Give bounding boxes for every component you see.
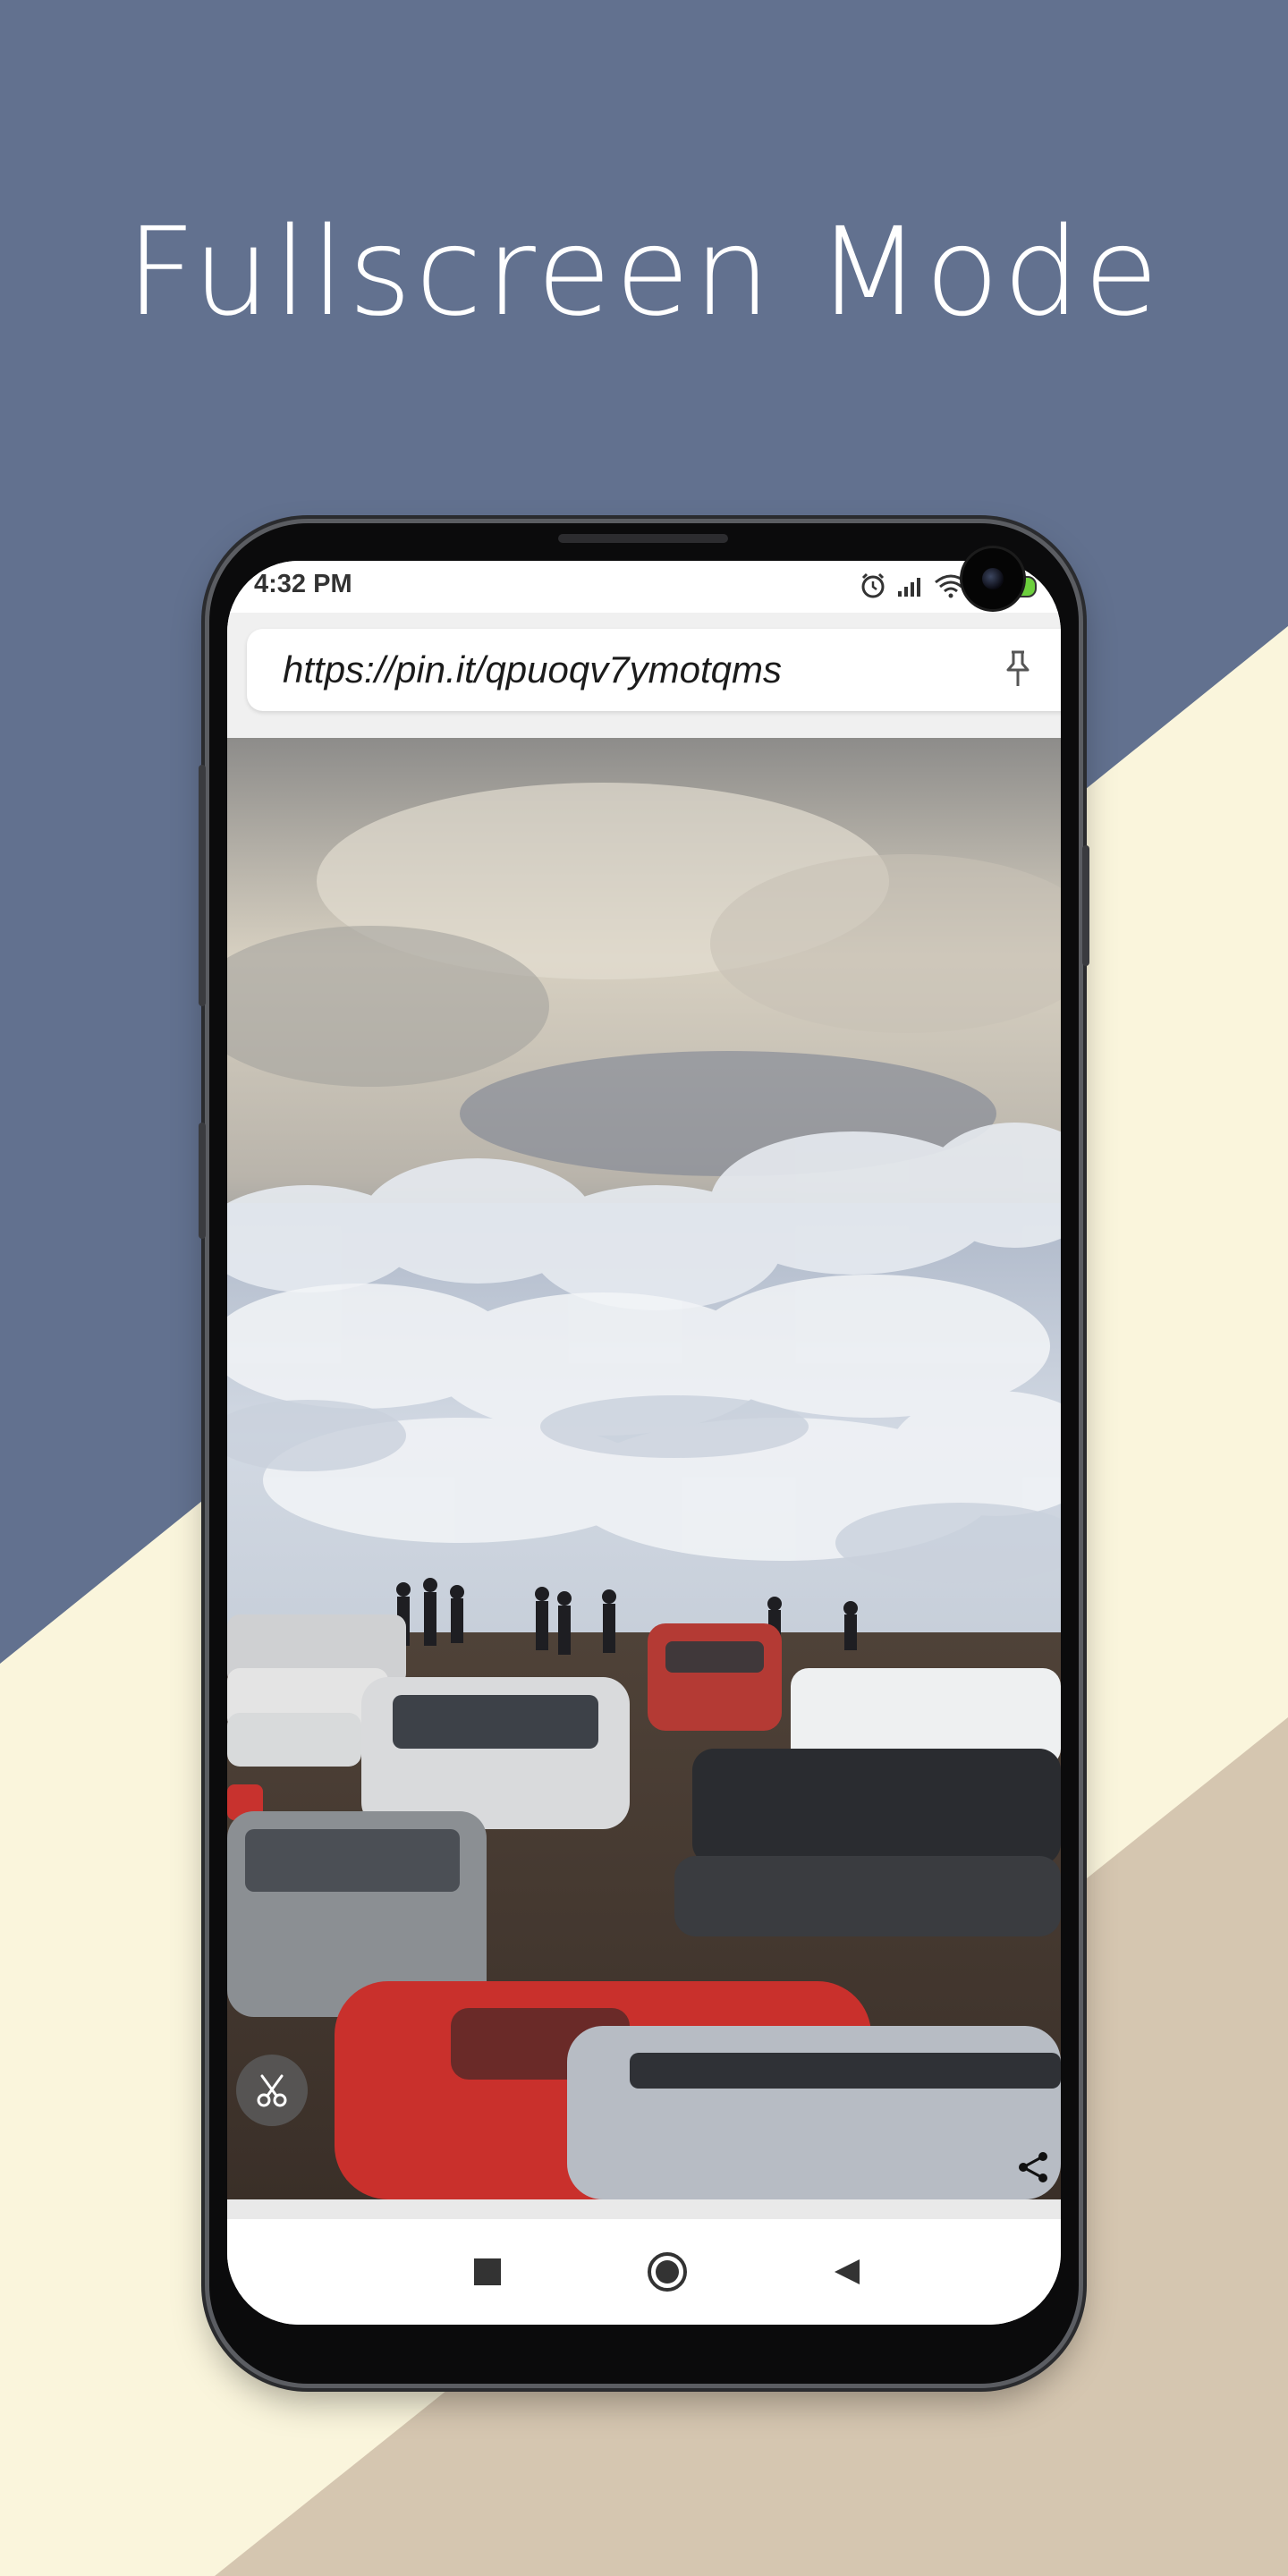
nav-bar (227, 2219, 1061, 2325)
front-camera (962, 548, 1023, 609)
url-field[interactable]: https://pin.it/qpuoqv7ymotqms (247, 629, 1061, 711)
headline-title: Fullscreen Mode (125, 202, 1163, 343)
navbar-divider (227, 2199, 1061, 2219)
signal-icon (898, 578, 920, 597)
power-button (1082, 845, 1089, 966)
share-icon[interactable] (1016, 2149, 1052, 2185)
back-button[interactable] (825, 2250, 869, 2294)
earpiece-speaker (558, 534, 728, 543)
side-button (199, 1123, 206, 1239)
home-circle-icon (648, 2252, 687, 2292)
phone-screen: 4:32 PM https://pin.it/qpuoqv7ymotqms (227, 561, 1061, 2325)
cut-button[interactable] (236, 2055, 308, 2126)
wifi-icon (935, 574, 967, 598)
volume-button (199, 765, 206, 1006)
status-bar: 4:32 PM (227, 561, 1061, 613)
back-triangle-icon (835, 2259, 860, 2284)
pin-icon[interactable] (1000, 648, 1036, 690)
status-time: 4:32 PM (254, 570, 352, 598)
status-icons: 100 (861, 572, 1037, 598)
recents-button[interactable] (465, 2250, 510, 2294)
video-player[interactable] (227, 738, 1061, 2199)
phone-frame: 4:32 PM https://pin.it/qpuoqv7ymotqms (199, 523, 1089, 2384)
home-button[interactable] (645, 2250, 690, 2294)
recents-square-icon (474, 2258, 501, 2285)
url-text[interactable]: https://pin.it/qpuoqv7ymotqms (283, 648, 782, 691)
scissors-icon (257, 2074, 287, 2107)
video-frame-image (227, 738, 1061, 2199)
url-bar-container: https://pin.it/qpuoqv7ymotqms (227, 613, 1061, 738)
alarm-icon (861, 572, 885, 598)
